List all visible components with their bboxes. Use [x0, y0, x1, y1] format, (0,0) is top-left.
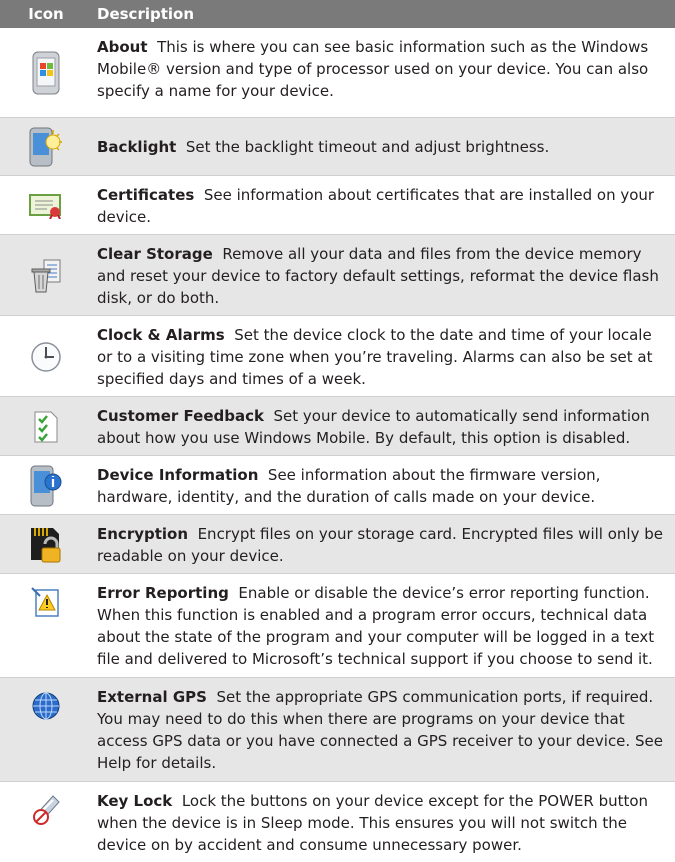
row-title: Encryption	[97, 525, 189, 543]
backlight-icon	[0, 118, 92, 176]
row-text: Lock the buttons on your device except f…	[97, 792, 649, 854]
table-row: Backlight Set the backlight timeout and …	[0, 118, 675, 176]
table-row: External GPS Set the appropriate GPS com…	[0, 678, 675, 782]
row-title: Device Information	[97, 466, 259, 484]
table-row: Error Reporting Enable or disable the de…	[0, 574, 675, 678]
table-row: Certificates See information about certi…	[0, 176, 675, 235]
header-description-column: Description	[97, 5, 195, 23]
row-title: Key Lock	[97, 792, 173, 810]
table-row: Device Information See information about…	[0, 456, 675, 515]
clear-storage-icon	[0, 235, 92, 316]
device-info-icon	[0, 456, 92, 515]
table-header: Icon Description	[0, 0, 675, 28]
gps-globe-icon	[0, 678, 92, 782]
table-row: Encryption Encrypt files on your storage…	[0, 515, 675, 574]
row-title: About	[97, 38, 148, 56]
settings-icon-table: Icon Description About This is where you…	[0, 0, 675, 862]
feedback-icon	[0, 397, 92, 456]
encryption-icon	[0, 515, 92, 574]
key-lock-icon	[0, 782, 92, 862]
table-row: Key Lock Lock the buttons on your device…	[0, 782, 675, 862]
table-row: Customer Feedback Set your device to aut…	[0, 397, 675, 456]
row-title: Customer Feedback	[97, 407, 264, 425]
row-title: Error Reporting	[97, 584, 229, 602]
table-row: About This is where you can see basic in…	[0, 28, 675, 118]
row-text: Set the backlight timeout and adjust bri…	[185, 138, 550, 156]
certificate-icon	[0, 176, 92, 235]
table-row: Clear Storage Remove all your data and f…	[0, 235, 675, 316]
error-reporting-icon	[0, 574, 92, 678]
windows-device-icon	[0, 28, 92, 118]
row-title: Backlight	[97, 138, 177, 156]
header-icon-column: Icon	[28, 5, 64, 23]
clock-icon	[0, 316, 92, 397]
row-title: Clear Storage	[97, 245, 213, 263]
row-text: This is where you can see basic informat…	[97, 38, 649, 100]
table-row: Clock & Alarms Set the device clock to t…	[0, 316, 675, 397]
row-title: Certificates	[97, 186, 195, 204]
row-title: External GPS	[97, 688, 207, 706]
row-title: Clock & Alarms	[97, 326, 225, 344]
